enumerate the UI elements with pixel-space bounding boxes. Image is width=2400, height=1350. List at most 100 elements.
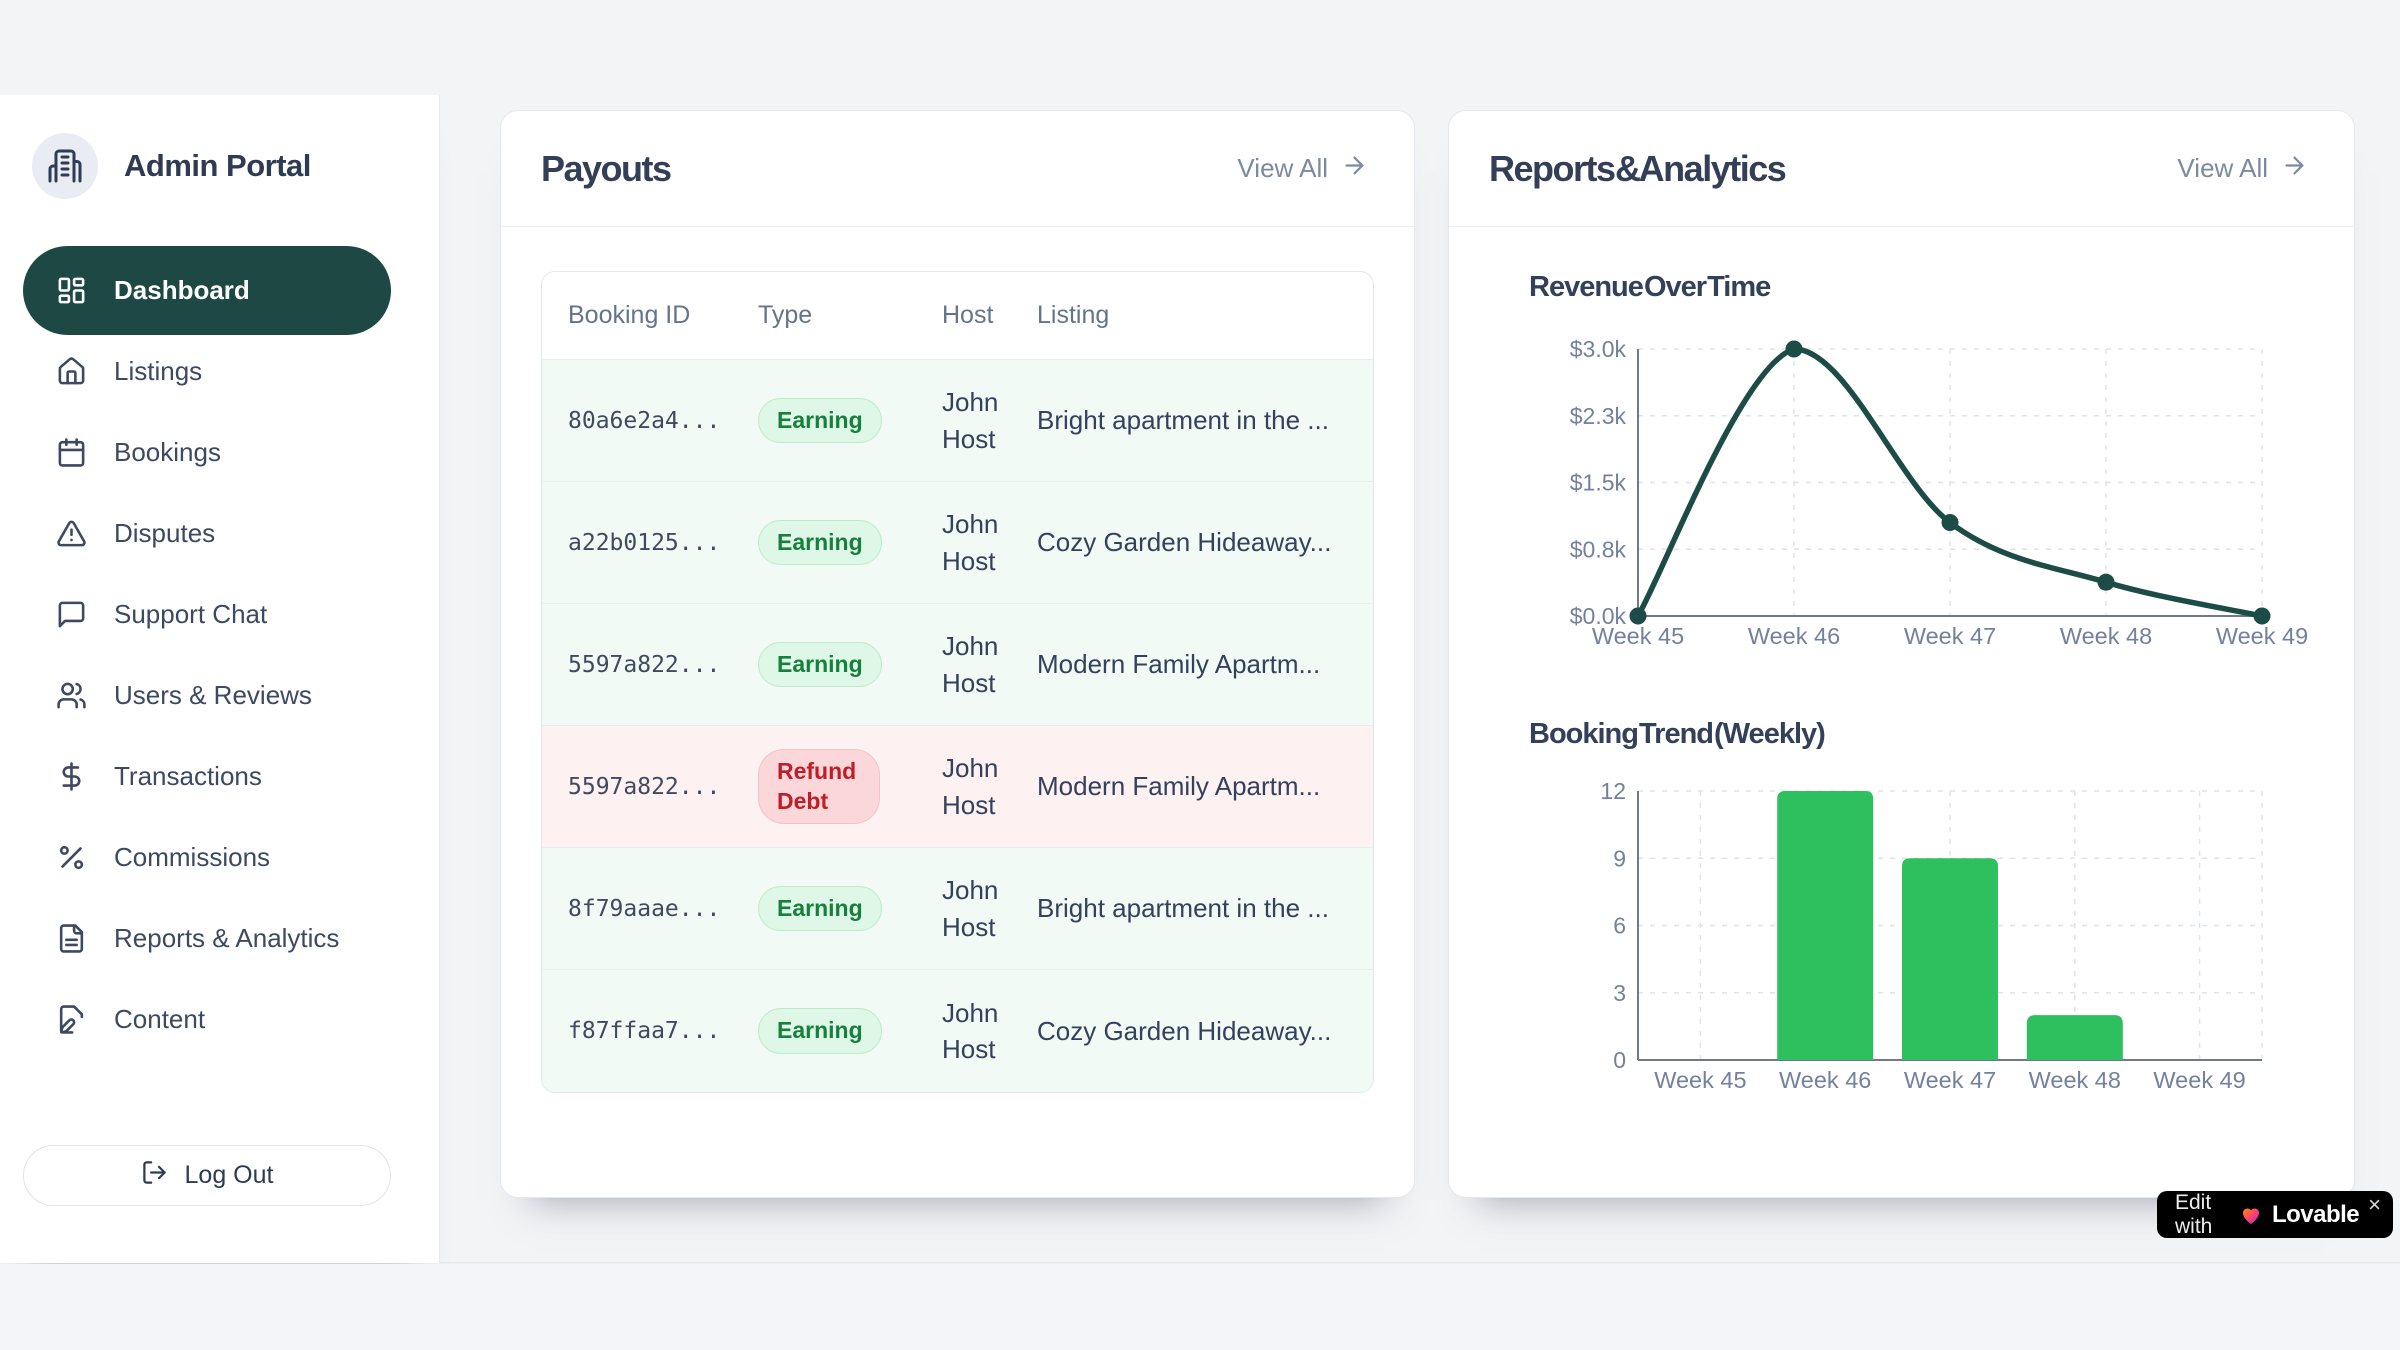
reports-view-all-link[interactable]: View All — [2177, 152, 2308, 186]
sidebar-item-transactions[interactable]: Transactions — [23, 736, 391, 817]
listing-cell: Modern Family Apartm... — [1037, 771, 1373, 802]
sidebar-item-label: Listings — [114, 356, 202, 387]
sidebar-item-label: Content — [114, 1004, 205, 1035]
type-badge: Refund Debt — [758, 749, 880, 825]
reports-title: Reports & Analytics — [1489, 148, 1785, 190]
alert-triangle-icon — [56, 518, 87, 549]
payouts-table-body: 80a6e2a4...EarningJohnHostBright apartme… — [542, 360, 1373, 1092]
booking-id-cell: a22b0125... — [542, 530, 758, 556]
table-row: 5597a822...Refund DebtJohnHostModern Fam… — [542, 726, 1373, 848]
column-header-listing: Listing — [1037, 301, 1373, 330]
log-out-icon — [141, 1159, 168, 1193]
dollar-sign-icon — [56, 761, 87, 792]
type-badge: Earning — [758, 398, 882, 444]
bottom-strip — [0, 1264, 2400, 1350]
booking-id-cell: f87ffaa7... — [542, 1018, 758, 1044]
svg-text:6: 6 — [1613, 913, 1626, 939]
file-pen-icon — [56, 1004, 87, 1035]
svg-text:Week 47: Week 47 — [1904, 623, 1996, 649]
lovable-prefix: Edit with — [2175, 1191, 2230, 1239]
svg-text:$1.5k: $1.5k — [1570, 470, 1627, 496]
sidebar-item-label: Commissions — [114, 842, 270, 873]
type-badge: Earning — [758, 1008, 882, 1054]
table-row: 80a6e2a4...Earning JohnHostBright apartme… — [542, 360, 1373, 482]
column-header-booking-id: Booking ID — [542, 301, 758, 330]
payouts-header: Payouts View All — [501, 111, 1414, 227]
svg-text:Week 49: Week 49 — [2216, 623, 2308, 649]
type-badge: Earning — [758, 520, 882, 566]
layout-dashboard-icon — [56, 275, 87, 306]
arrow-right-icon — [1341, 152, 1368, 186]
column-header-type: Type — [758, 301, 928, 330]
table-row: 5597a822...EarningJohnHostModern Family … — [542, 604, 1373, 726]
sidebar-item-label: Disputes — [114, 518, 215, 549]
svg-text:Week 46: Week 46 — [1779, 1067, 1871, 1093]
payouts-table-header: Booking IDTypeHostListing — [542, 272, 1373, 360]
booking-id-cell: 8f79aaae... — [542, 896, 758, 922]
sidebar-item-users-reviews[interactable]: Users & Reviews — [23, 655, 391, 736]
booking-id-cell: 5597a822... — [542, 774, 758, 800]
sidebar-item-reports-analytics[interactable]: Reports & Analytics — [23, 898, 391, 979]
booking-chart-title: Booking Trend (Weekly) — [1529, 718, 1825, 751]
svg-text:Week 46: Week 46 — [1748, 623, 1840, 649]
booking-id-cell: 5597a822... — [542, 652, 758, 678]
listing-cell: Cozy Garden Hideaway... — [1037, 1016, 1373, 1047]
booking-id-cell: 80a6e2a4... — [542, 408, 758, 434]
svg-text:0: 0 — [1613, 1047, 1626, 1073]
sidebar-item-label: Dashboard — [114, 275, 250, 306]
booking-bar-chart: 036912Week 45Week 46Week 47Week 48Week 4… — [1549, 766, 2339, 1106]
lovable-brand: Lovable — [2272, 1201, 2359, 1229]
file-text-icon — [56, 923, 87, 954]
logout-label: Log Out — [185, 1161, 274, 1190]
payouts-card: Payouts View All Booking IDTypeHostListi… — [500, 110, 1415, 1198]
reports-header: Reports & Analytics View All — [1449, 111, 2354, 227]
logout-button[interactable]: Log Out — [23, 1145, 391, 1206]
brand: Admin Portal — [32, 133, 311, 199]
app-root: Admin Portal Dashboard Listings Bookings Di… — [0, 0, 2400, 1263]
svg-text:12: 12 — [1600, 778, 1626, 804]
host-cell: JohnHost — [928, 384, 1037, 457]
sidebar-item-disputes[interactable]: Disputes — [23, 493, 391, 574]
heart-icon — [2239, 1203, 2263, 1227]
reports-card: Reports & Analytics View All Revenue Ove… — [1448, 110, 2355, 1198]
svg-text:Week 49: Week 49 — [2153, 1067, 2245, 1093]
table-row: 8f79aaae...EarningJohnHostBright apartme… — [542, 848, 1373, 970]
svg-text:Week 45: Week 45 — [1592, 623, 1684, 649]
svg-text:9: 9 — [1613, 845, 1626, 871]
payouts-title: Payouts — [541, 148, 671, 190]
sidebar-item-bookings[interactable]: Bookings — [23, 412, 391, 493]
listing-cell: Bright apartment in the ... — [1037, 405, 1373, 436]
sidebar-item-listings[interactable]: Listings — [23, 331, 391, 412]
brand-title: Admin Portal — [124, 148, 311, 184]
message-square-icon — [56, 599, 87, 630]
sidebar-item-support-chat[interactable]: Support Chat — [23, 574, 391, 655]
payouts-view-all-link[interactable]: View All — [1237, 152, 1368, 186]
svg-text:Week 48: Week 48 — [2029, 1067, 2121, 1093]
svg-text:Week 48: Week 48 — [2060, 623, 2152, 649]
close-icon[interactable]: × — [2368, 1194, 2381, 1216]
sidebar: Admin Portal Dashboard Listings Bookings Di… — [0, 95, 440, 1263]
svg-text:Week 47: Week 47 — [1904, 1067, 1996, 1093]
svg-text:Week 45: Week 45 — [1654, 1067, 1746, 1093]
percent-icon — [56, 842, 87, 873]
sidebar-item-commissions[interactable]: Commissions — [23, 817, 391, 898]
users-icon — [56, 680, 87, 711]
view-all-label: View All — [2177, 153, 2268, 184]
listing-cell: Bright apartment in the ... — [1037, 893, 1373, 924]
home-icon — [56, 356, 87, 387]
sidebar-item-content[interactable]: Content — [23, 979, 391, 1060]
type-badge: Earning — [758, 886, 882, 932]
svg-text:$3.0k: $3.0k — [1570, 336, 1627, 362]
lovable-badge[interactable]: Edit with Lovable × — [2157, 1191, 2393, 1238]
host-cell: JohnHost — [928, 506, 1037, 579]
host-cell: JohnHost — [928, 628, 1037, 701]
sidebar-item-label: Users & Reviews — [114, 680, 312, 711]
table-row: f87ffaa7...EarningJohnHostCozy Garden Hi… — [542, 970, 1373, 1092]
svg-text:$2.3k: $2.3k — [1570, 403, 1627, 429]
calendar-icon — [56, 437, 87, 468]
sidebar-item-dashboard[interactable]: Dashboard — [23, 246, 391, 335]
building-icon — [32, 133, 98, 199]
sidebar-item-label: Reports & Analytics — [114, 923, 339, 954]
listing-cell: Modern Family Apartm... — [1037, 649, 1373, 680]
payouts-table: Booking IDTypeHostListing 80a6e2a4...Ear… — [541, 271, 1374, 1093]
